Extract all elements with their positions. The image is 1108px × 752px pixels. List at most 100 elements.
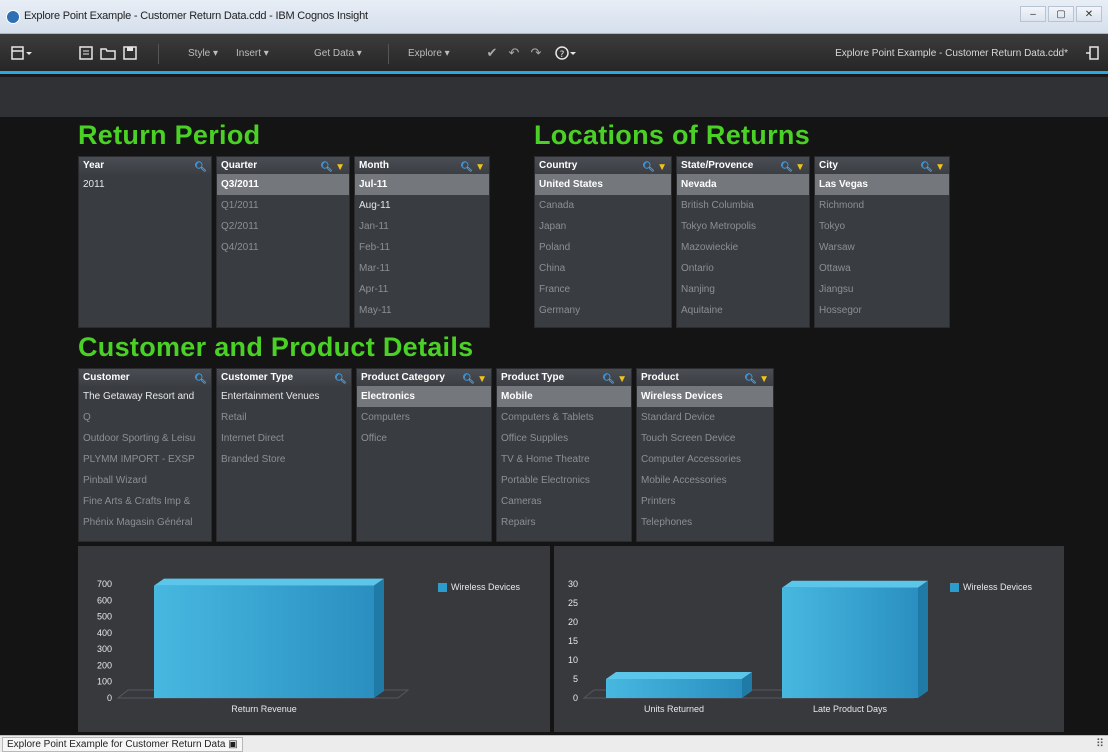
list-item[interactable]: Printers [637,491,773,512]
list-item[interactable]: Retail [217,407,351,428]
search-icon[interactable]: 🔍︎ [642,159,655,176]
insert-menu[interactable]: Insert ▾ [236,48,269,59]
search-icon[interactable]: 🔍︎ [320,159,333,176]
filter-icon[interactable]: ▼ [657,159,667,176]
list-item[interactable]: Apr-11 [355,279,489,300]
list-item[interactable]: Ottawa [815,258,949,279]
filter-icon[interactable]: ▼ [335,159,345,176]
maximize-button[interactable]: ▢ [1048,6,1074,22]
resize-grip-icon[interactable]: ⠿ [1096,737,1104,750]
list-item[interactable]: Mar-11 [355,258,489,279]
undo-icon[interactable]: ↶ [506,46,522,60]
list-item[interactable]: Jiangsu [815,279,949,300]
search-icon[interactable]: 🔍︎ [602,371,615,388]
explore-menu[interactable]: Explore ▾ [408,48,450,59]
list-item[interactable]: May-11 [355,300,489,321]
save-icon[interactable] [122,46,138,60]
list-item[interactable]: Q1/2011 [217,195,349,216]
search-icon[interactable]: 🔍︎ [780,159,793,176]
list-item[interactable]: Q3/2011 [217,174,349,195]
search-icon[interactable]: 🔍︎ [744,371,757,388]
panel-toggle-icon[interactable] [1084,46,1100,60]
list-item[interactable]: Feb-11 [355,237,489,258]
list-item[interactable]: Mazowieckie [677,237,809,258]
filter-icon[interactable]: ▼ [617,371,627,388]
list-item[interactable]: Canada [535,195,671,216]
list-item[interactable]: Poland [535,237,671,258]
list-item[interactable]: TV & Home Theatre [497,449,631,470]
list-item[interactable]: Mobile [497,386,631,407]
chart-units-late-days[interactable]: 0 5 10 15 20 25 30 Units Returned Late Product D… [554,546,1064,732]
get-data-menu[interactable]: Get Data ▾ [314,48,362,59]
list-item[interactable]: Electronics [357,386,491,407]
list-item[interactable]: Warsaw [815,237,949,258]
checkmark-icon[interactable]: ✔ [484,46,500,60]
list-item[interactable]: Q [79,407,211,428]
new-document-icon[interactable] [78,46,94,60]
filter-icon[interactable]: ▼ [475,159,485,176]
list-item[interactable]: Entertainment Venues [217,386,351,407]
list-item[interactable]: Richmond [815,195,949,216]
application-menu-icon[interactable] [10,46,34,60]
list-item[interactable]: Aquitaine [677,300,809,321]
list-item[interactable]: Portable Electronics [497,470,631,491]
list-item[interactable]: Ontario [677,258,809,279]
chart-return-revenue[interactable]: 0 100 200 300 400 500 600 700 Return Revenue Wir… [78,546,550,732]
search-icon[interactable]: 🔍︎ [194,371,207,388]
list-item[interactable]: Internet Direct [217,428,351,449]
list-item[interactable]: Nevada [677,174,809,195]
list-item[interactable]: Mobile Accessories [637,470,773,491]
list-item[interactable]: The Getaway Resort and [79,386,211,407]
filter-icon[interactable]: ▼ [477,371,487,388]
list-item[interactable]: Aug-11 [355,195,489,216]
list-item[interactable]: Office [357,428,491,449]
list-item[interactable]: Jan-11 [355,216,489,237]
list-item[interactable]: Las Vegas [815,174,949,195]
list-item[interactable]: China [535,258,671,279]
search-icon[interactable]: 🔍︎ [460,159,473,176]
list-item[interactable]: Branded Store [217,449,351,470]
list-item[interactable]: Tokyo Metropolis [677,216,809,237]
list-item[interactable]: Nanjing [677,279,809,300]
list-item[interactable]: Pinball Wizard [79,470,211,491]
list-item[interactable]: Tokyo [815,216,949,237]
style-menu[interactable]: Style ▾ [188,48,218,59]
list-item[interactable]: Computer Accessories [637,449,773,470]
list-item[interactable]: Q2/2011 [217,216,349,237]
list-item[interactable]: Computers & Tablets [497,407,631,428]
list-item[interactable]: 2011 [79,174,211,195]
list-item[interactable]: Standard Device [637,407,773,428]
list-item[interactable]: United States [535,174,671,195]
list-item[interactable]: Japan [535,216,671,237]
filter-icon[interactable]: ▼ [759,371,769,388]
search-icon[interactable]: 🔍︎ [462,371,475,388]
list-item[interactable]: Jul-11 [355,174,489,195]
list-item[interactable]: Germany [535,300,671,321]
list-item[interactable]: Cameras [497,491,631,512]
list-item[interactable]: Touch Screen Device [637,428,773,449]
list-item[interactable]: Telephones [637,512,773,533]
close-button[interactable]: ✕ [1076,6,1102,22]
open-folder-icon[interactable] [100,46,116,60]
list-item[interactable]: Wireless Devices [637,386,773,407]
list-item[interactable]: PLYMM IMPORT - EXSP [79,449,211,470]
filter-icon[interactable]: ▼ [935,159,945,176]
list-item[interactable]: Outdoor Sporting & Leisu [79,428,211,449]
help-icon[interactable]: ? [554,46,578,60]
search-icon[interactable]: 🔍︎ [194,159,207,176]
search-icon[interactable]: 🔍︎ [334,371,347,388]
redo-icon[interactable]: ↷ [528,46,544,60]
search-icon[interactable]: 🔍︎ [920,159,933,176]
list-item[interactable]: Q4/2011 [217,237,349,258]
list-item[interactable]: Repairs [497,512,631,533]
list-item[interactable]: Computers [357,407,491,428]
list-item[interactable]: British Columbia [677,195,809,216]
sheet-tab[interactable]: Explore Point Example for Customer Retur… [2,737,243,752]
minimize-button[interactable]: – [1020,6,1046,22]
list-item[interactable]: Hossegor [815,300,949,321]
list-item[interactable]: Office Supplies [497,428,631,449]
filter-icon[interactable]: ▼ [795,159,805,176]
list-item[interactable]: Fine Arts & Crafts Imp & [79,491,211,512]
list-item[interactable]: France [535,279,671,300]
list-item[interactable]: Phénix Magasin Général [79,512,211,533]
